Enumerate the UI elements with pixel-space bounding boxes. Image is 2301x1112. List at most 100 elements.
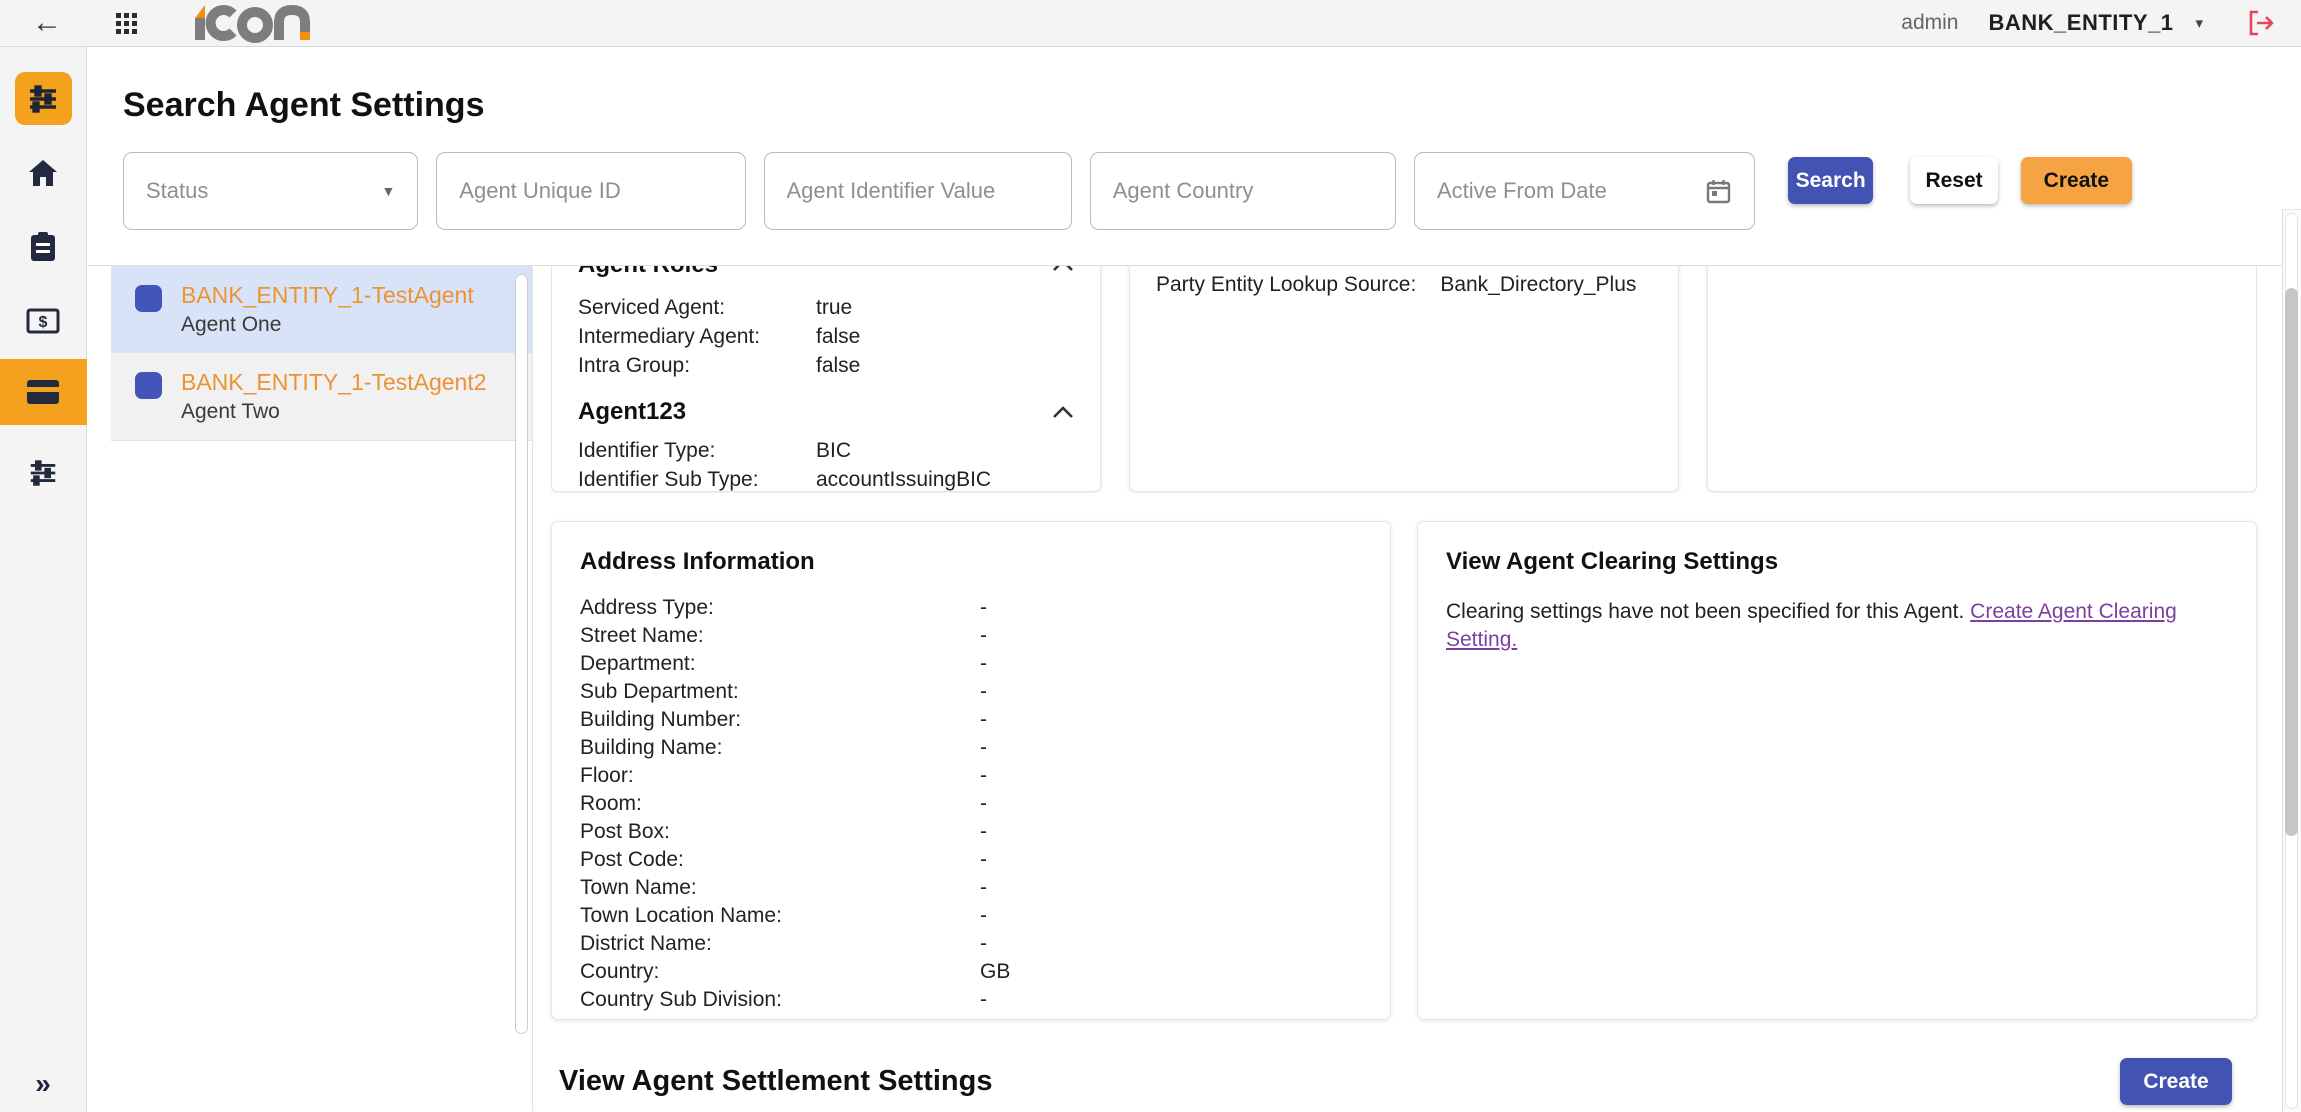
status-select-placeholder: Status [146,178,208,204]
create-button[interactable]: Create [2021,157,2132,204]
collapse-agent123-icon[interactable] [1052,405,1074,419]
main-area: Search Agent Settings Status ▼ [87,47,2282,1112]
agent-swatch-icon [135,372,162,399]
settlement-settings-title: View Agent Settlement Settings [559,1065,992,1098]
create-settlement-button[interactable]: Create [2120,1058,2232,1105]
field-label: Building Number: [580,706,980,734]
field-value: - [980,846,987,874]
field-value: - [980,734,987,762]
sidebar-item-settings[interactable] [0,447,87,499]
agent-list-item-selected[interactable]: BANK_ENTITY_1-TestAgent Agent One [111,266,532,353]
settlement-settings-section: View Agent Settlement Settings Create [551,1058,2257,1105]
sidebar-item-agent-settings-active[interactable] [15,72,72,125]
field-value: false [816,322,860,351]
reset-button[interactable]: Reset [1910,157,1997,204]
page-scrollbar [2282,209,2301,1112]
clearing-settings-title: View Agent Clearing Settings [1446,548,2228,576]
detail-cards-row-top: Agent Roles Serviced Agent:true Intermed… [551,266,2257,493]
results-content: BANK_ENTITY_1-TestAgent Agent One BANK_E… [87,266,2282,1111]
agent-country-input[interactable] [1113,178,1373,204]
field-value: - [980,706,987,734]
agent-identifier-value-input[interactable] [787,178,1049,204]
field-value: - [980,986,987,1014]
svg-text:$: $ [39,314,48,331]
agent-result-list: BANK_ENTITY_1-TestAgent Agent One BANK_E… [111,266,533,1111]
search-button[interactable]: Search [1788,157,1873,204]
field-label: Sub Department: [580,678,980,706]
user-role-label: admin [1901,11,1958,35]
detail-cards-row-bottom: Address Information Address Type:- Stree… [551,521,2257,1020]
agent-identifier-value-field-wrap [764,152,1072,230]
field-label: Town Name: [580,874,980,902]
field-label: District Name: [580,930,980,958]
entity-name: BANK_ENTITY_1 [1988,10,2173,36]
agent-identifier-section-title: Agent123 [578,398,686,426]
clearing-settings-card: View Agent Clearing Settings Clearing se… [1417,521,2257,1020]
field-value: - [980,790,987,818]
field-label: Building Name: [580,734,980,762]
field-label: Post Code: [580,846,980,874]
filter-row: Status ▼ [123,152,2282,230]
field-label: Country: [580,958,980,986]
collapse-agent-roles-icon[interactable] [1052,266,1074,272]
field-value: - [980,874,987,902]
sidebar-item-accounts-active[interactable] [0,359,87,425]
party-lookup-card: Party Entity Lookup Source: Bank_Directo… [1129,266,1679,492]
top-bar: ← admin BANK_ENTITY_1 ▾ [0,0,2301,47]
field-value: - [980,622,987,650]
field-label: Floor: [580,762,980,790]
icon-logo [189,2,321,44]
agent-swatch-icon [135,285,162,312]
field-label: Room: [580,790,980,818]
active-from-date-input[interactable] [1437,178,1705,204]
agent-list-scrollbar[interactable] [515,274,528,1034]
field-label: Town Location Name: [580,902,980,930]
agent-list-item[interactable]: BANK_ENTITY_1-TestAgent2 Agent Two [111,353,532,441]
field-value: - [980,930,987,958]
field-value: - [980,650,987,678]
apps-grid-icon[interactable] [116,13,137,34]
entity-dropdown-caret-icon[interactable]: ▾ [2195,14,2203,32]
field-label: Identifier Type: [578,436,816,465]
logout-icon[interactable] [2245,8,2275,38]
status-caret-icon: ▼ [381,183,395,199]
page-scrollbar-thumb[interactable] [2285,288,2298,836]
field-label: Country Sub Division: [580,986,980,1014]
field-value: - [980,594,987,622]
field-label: Identifier Sub Type: [578,465,816,493]
sidebar-item-tasks[interactable] [0,221,87,273]
search-header: Search Agent Settings Status ▼ [87,47,2282,266]
agent-description: Agent One [181,311,474,338]
field-value: accountIssuingBIC [816,465,991,493]
field-value: - [980,818,987,846]
agent-name: BANK_ENTITY_1-TestAgent [181,280,474,310]
field-value: BIC [816,436,851,465]
status-select[interactable]: Status ▼ [123,152,418,230]
sidebar-item-home[interactable] [0,147,87,199]
field-label: Intermediary Agent: [578,322,816,351]
agent-roles-title: Agent Roles [578,266,718,279]
address-information-title: Address Information [580,548,1362,576]
back-icon[interactable]: ← [32,8,62,38]
field-value: - [980,762,987,790]
party-lookup-label: Party Entity Lookup Source: [1156,273,1416,297]
sidebar-expand-icon[interactable]: » [35,1070,51,1098]
agent-name: BANK_ENTITY_1-TestAgent2 [181,367,487,397]
agent-unique-id-input[interactable] [459,178,722,204]
agent-unique-id-field-wrap [436,152,745,230]
empty-detail-card [1707,266,2257,492]
calendar-icon[interactable] [1705,178,1732,205]
clearing-settings-message: Clearing settings have not been specifie… [1446,600,1964,623]
field-label: Post Box: [580,818,980,846]
party-lookup-value: Bank_Directory_Plus [1440,273,1636,297]
active-from-date-field-wrap [1414,152,1755,230]
agent-description: Agent Two [181,398,487,425]
field-label: Department: [580,650,980,678]
field-label: Address Type: [580,594,980,622]
page-title: Search Agent Settings [123,87,2282,123]
field-label: Street Name: [580,622,980,650]
sidebar-item-payments[interactable]: $ [0,295,87,347]
field-label: Intra Group: [578,351,816,380]
sidebar: $ » [0,47,87,1112]
field-value: - [980,678,987,706]
